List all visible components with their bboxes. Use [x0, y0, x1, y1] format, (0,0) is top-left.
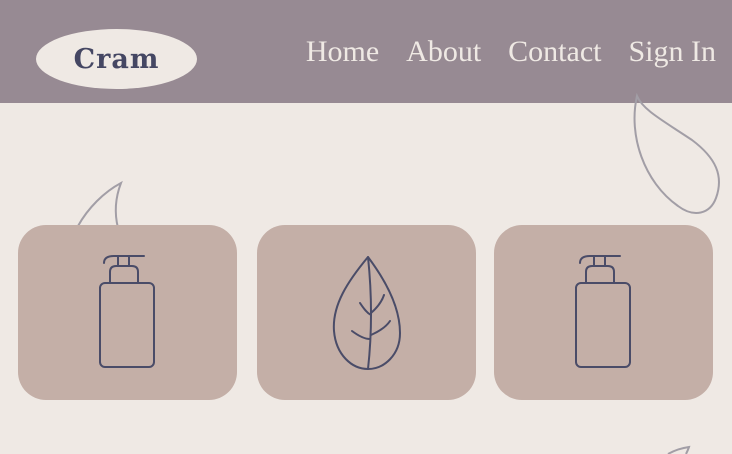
nav-contact-link[interactable]: Contact [508, 33, 601, 71]
main-nav: Home About Contact Sign In [306, 33, 716, 71]
nav-sign-in-link[interactable]: Sign In [628, 33, 716, 71]
pump-bottle-icon [98, 254, 158, 371]
site-header: Cram Home About Contact Sign In [0, 0, 732, 103]
leaf-outline-decor [667, 445, 691, 454]
nav-about-link[interactable]: About [406, 33, 481, 71]
leaf-outline-decor [633, 92, 720, 214]
page: Cram Home About Contact Sign In [0, 0, 732, 454]
product-card[interactable] [18, 225, 237, 400]
product-card[interactable] [257, 225, 476, 400]
nav-home-link[interactable]: Home [306, 33, 379, 71]
product-card[interactable] [494, 225, 713, 400]
pump-bottle-icon [574, 254, 634, 371]
logo[interactable]: Cram [36, 29, 197, 89]
logo-text: Cram [73, 43, 160, 75]
leaf-icon [330, 255, 404, 371]
leaf-outline-decor [77, 180, 123, 229]
